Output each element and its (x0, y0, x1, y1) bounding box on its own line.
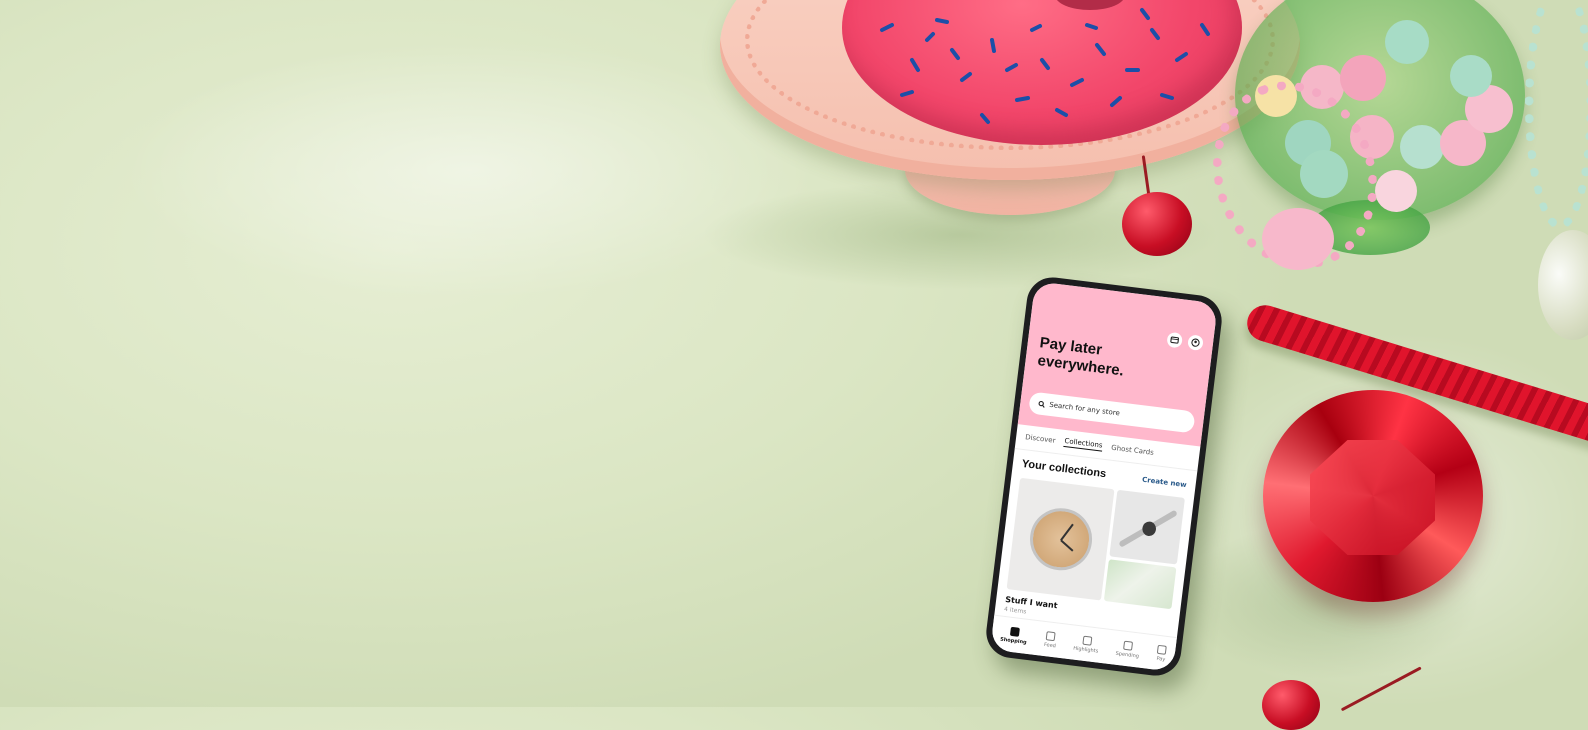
search-input[interactable]: Search for any store (1028, 391, 1196, 434)
nav-label: Spending (1115, 650, 1140, 660)
header-icons (1166, 331, 1204, 352)
wallet-icon (1123, 640, 1134, 651)
tab-collections[interactable]: Collections (1063, 436, 1103, 452)
collection-side-images (1103, 489, 1185, 610)
create-new-link[interactable]: Create new (1142, 476, 1187, 489)
nav-label: Pay (1156, 655, 1166, 663)
silk-highlight (120, 40, 820, 300)
clock-icon (1026, 504, 1096, 574)
nav-highlights[interactable]: Highlights (1073, 634, 1100, 654)
cherry (1122, 192, 1192, 256)
hero-banner: Pay later everywhere. Search for any sto… (1017, 281, 1218, 447)
donut-sprinkles (880, 8, 1210, 124)
bag-icon (1009, 626, 1020, 637)
candy-ball (1340, 55, 1386, 101)
collection-image-leaf (1103, 559, 1177, 610)
search-icon (1038, 400, 1045, 408)
feed-icon (1046, 630, 1057, 641)
cherry (1262, 680, 1320, 730)
search-placeholder: Search for any store (1048, 400, 1121, 418)
phone-screen: Pay later everywhere. Search for any sto… (990, 281, 1218, 672)
nav-label: Highlights (1072, 645, 1099, 655)
collection-card[interactable] (998, 473, 1195, 611)
tab-discover[interactable]: Discover (1025, 433, 1056, 445)
collection-image-clock (1006, 477, 1115, 601)
nav-shopping[interactable]: Shopping (1000, 625, 1028, 645)
nav-label: Shopping (999, 636, 1027, 646)
nav-spending[interactable]: Spending (1115, 639, 1140, 659)
glasses-icon (1081, 635, 1092, 646)
red-gem-table-facet (1310, 440, 1435, 555)
nav-feed[interactable]: Feed (1043, 630, 1058, 649)
candy-ball (1385, 20, 1429, 64)
pay-icon (1157, 644, 1168, 655)
candy-ball (1450, 55, 1492, 97)
candy-ball (1400, 125, 1444, 169)
tab-ghost-cards[interactable]: Ghost Cards (1111, 444, 1154, 457)
profile-icon[interactable] (1187, 334, 1204, 352)
nav-label: Feed (1043, 641, 1057, 649)
nav-pay[interactable]: Pay (1156, 644, 1168, 663)
collection-image-watch (1109, 489, 1185, 565)
candy-pacifier (1262, 208, 1334, 270)
candy-ball (1375, 170, 1417, 212)
candy-bracelet (1525, 0, 1588, 230)
glass-marble (1538, 230, 1588, 340)
card-icon[interactable] (1166, 331, 1184, 349)
